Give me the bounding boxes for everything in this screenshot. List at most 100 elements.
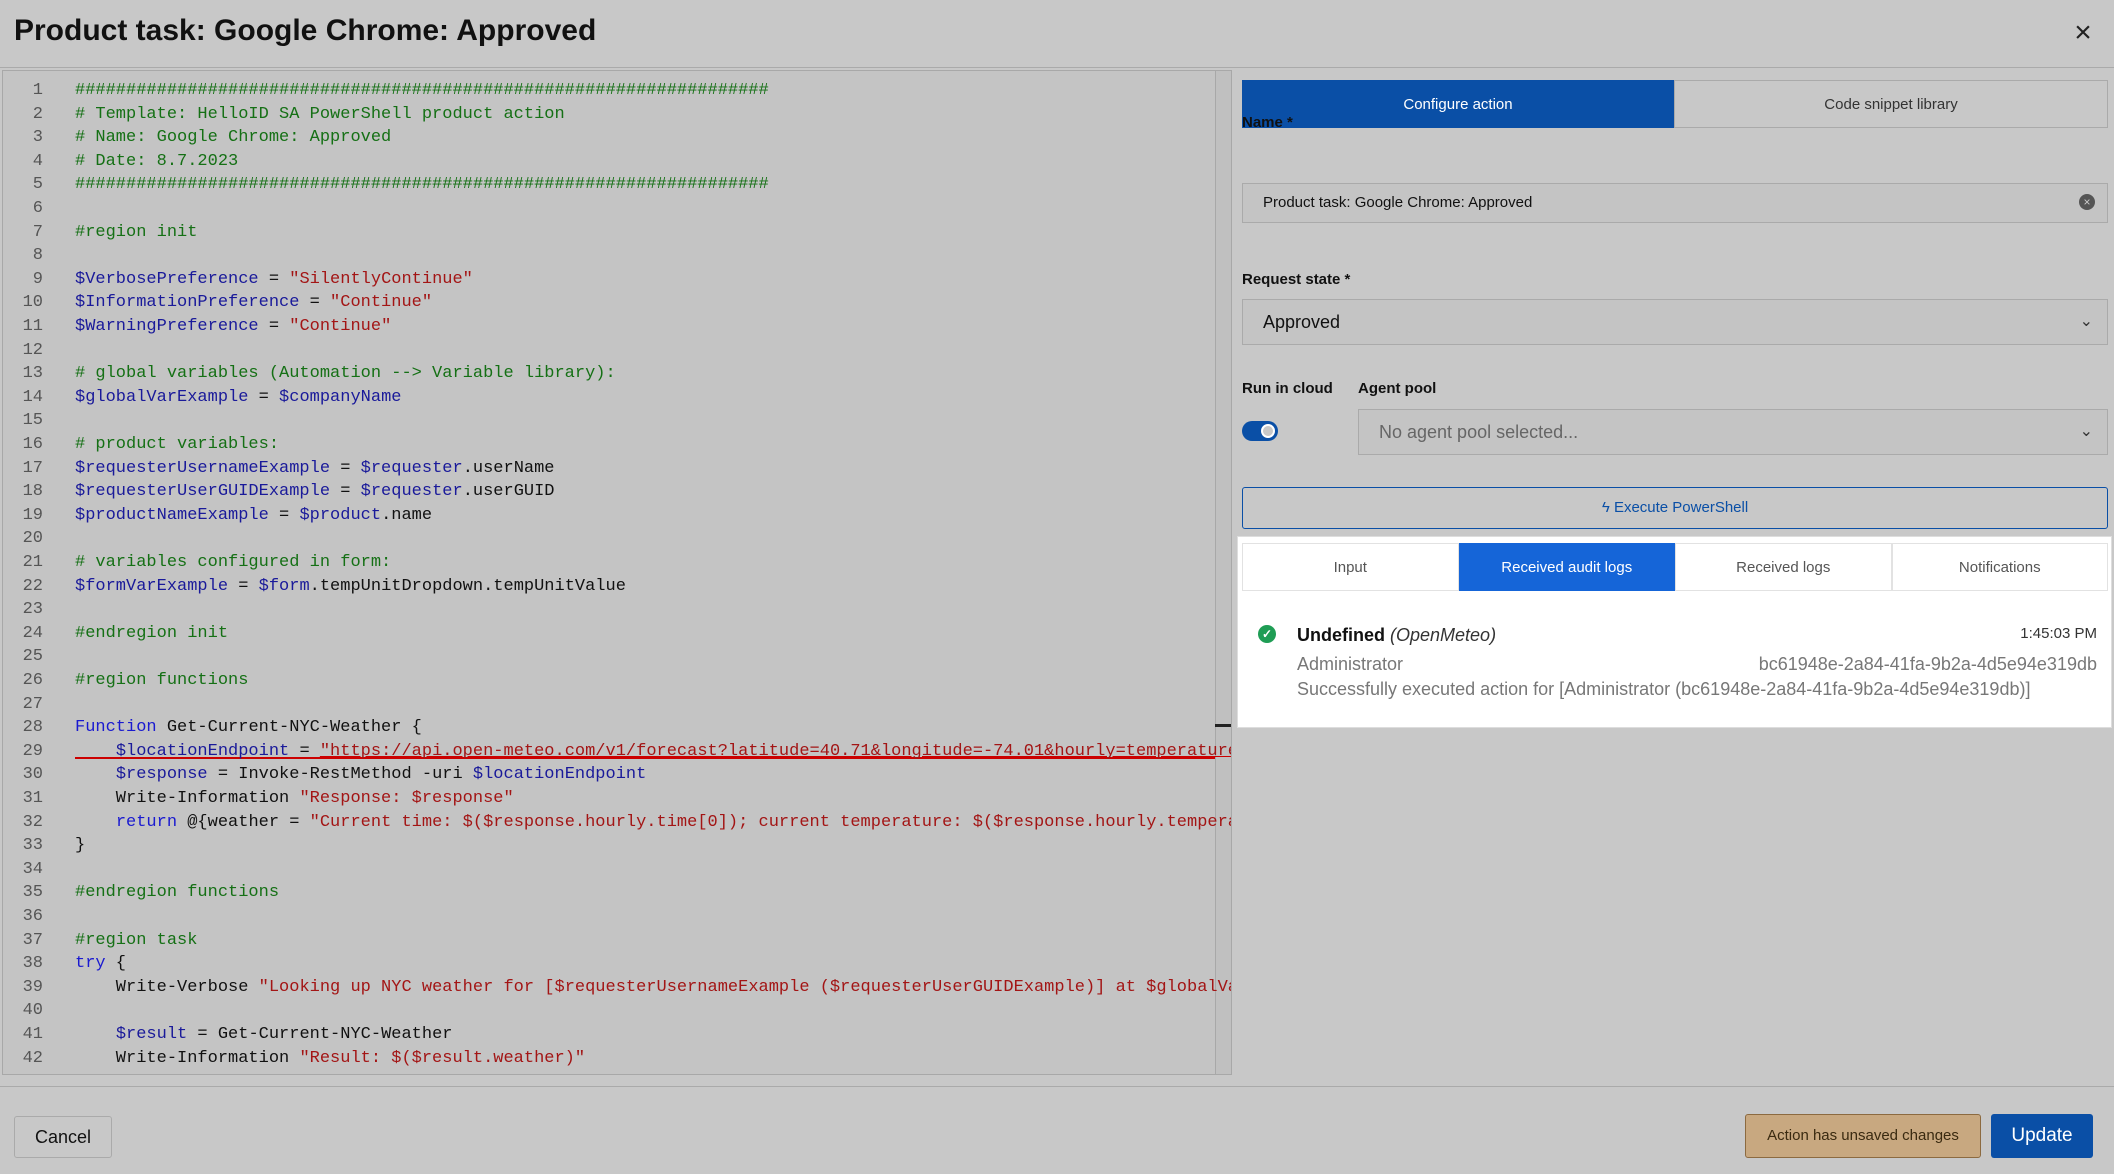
- code-line[interactable]: 36: [3, 905, 1213, 929]
- code-line[interactable]: 42 Write-Information "Result: $($result.…: [3, 1047, 1213, 1071]
- code-text: ########################################…: [75, 175, 769, 195]
- line-number: 20: [22, 529, 43, 549]
- code-line[interactable]: 30 $response = Invoke-RestMethod -uri $l…: [3, 763, 1213, 787]
- log-entry-message: Successfully executed action for [Admini…: [1297, 679, 2031, 699]
- line-number: 8: [32, 246, 43, 266]
- agent-pool-select[interactable]: No agent pool selected... ⌄: [1358, 409, 2108, 455]
- run-in-cloud-label: Run in cloud: [1242, 380, 1333, 397]
- code-line[interactable]: 27: [3, 693, 1213, 717]
- code-line[interactable]: 33}: [3, 834, 1213, 858]
- line-number: 35: [22, 883, 43, 903]
- code-line[interactable]: 14 $globalVarExample = $companyName: [3, 386, 1213, 410]
- code-line[interactable]: 39 Write-Verbose "Looking up NYC weather…: [3, 976, 1231, 1000]
- code-line[interactable]: 40: [3, 999, 1213, 1023]
- code-line[interactable]: 13 # global variables (Automation --> Var…: [3, 362, 1213, 386]
- code-line[interactable]: 22 $formVarExample = $form.tempUnitDropdo…: [3, 575, 1213, 599]
- code-line[interactable]: 34: [3, 858, 1213, 882]
- code-line[interactable]: 2 # Template: HelloID SA PowerShell produ…: [3, 103, 1213, 127]
- code-line[interactable]: 15: [3, 409, 1213, 433]
- code-line[interactable]: 7 #region init: [3, 221, 1213, 245]
- request-state-select[interactable]: Approved ⌄: [1242, 299, 2108, 345]
- clear-icon[interactable]: ×: [2079, 194, 2095, 210]
- code-line[interactable]: 32 return @{weather = "Current time: $($…: [3, 811, 1231, 835]
- code-line[interactable]: 11 $WarningPreference = "Continue": [3, 315, 1213, 339]
- code-line[interactable]: 41 $result = Get-Current-NYC-Weather: [3, 1023, 1213, 1047]
- code-text: $productNameExample = $product.name: [75, 505, 433, 525]
- code-line[interactable]: 19 $productNameExample = $product.name: [3, 504, 1213, 528]
- line-number: 11: [22, 317, 43, 336]
- code-line[interactable]: 16 # product variables:: [3, 433, 1213, 457]
- line-number: 7: [32, 222, 43, 242]
- run-in-cloud-toggle[interactable]: [1242, 421, 1278, 441]
- line-number: 31: [22, 789, 43, 808]
- line-number: 23: [22, 600, 43, 620]
- code-editor[interactable]: 1 #######################################…: [2, 70, 1232, 1075]
- line-number: 39: [22, 977, 43, 997]
- update-button[interactable]: Update: [1991, 1114, 2093, 1158]
- log-entry-guid: bc61948e-2a84-41fa-9b2a-4d5e94e319db: [1758, 654, 2097, 674]
- line-number: 21: [22, 553, 43, 572]
- line-number: 30: [22, 765, 43, 785]
- code-text: #region task: [75, 930, 198, 950]
- tab-input[interactable]: Input: [1242, 543, 1459, 591]
- code-line[interactable]: 21 # variables configured in form:: [3, 551, 1213, 575]
- code-line[interactable]: 25: [3, 645, 1213, 669]
- close-icon[interactable]: ×: [2066, 16, 2100, 50]
- lightning-icon: ϟ: [1601, 499, 1610, 516]
- line-number: 25: [22, 647, 43, 667]
- code-line[interactable]: 38 try {: [3, 952, 1213, 976]
- code-text: #region init: [75, 222, 198, 242]
- code-line[interactable]: 8: [3, 244, 1213, 268]
- code-line[interactable]: 26 #region functions: [3, 669, 1213, 693]
- line-number: 41: [22, 1025, 43, 1044]
- tab-received-logs[interactable]: Received logs: [1675, 543, 1892, 591]
- name-value: Product task: Google Chrome: Approved: [1263, 194, 1533, 211]
- line-number: 2: [32, 104, 43, 124]
- name-input[interactable]: Product task: Google Chrome: Approved ×: [1242, 183, 2108, 223]
- code-line[interactable]: 5 #######################################…: [3, 173, 1213, 197]
- code-text: $formVarExample = $form.tempUnitDropdown…: [75, 576, 626, 596]
- editor-scrollbar[interactable]: [1215, 71, 1231, 1074]
- line-number: 42: [22, 1048, 43, 1068]
- log-tabs: Input Received audit logs Received logs …: [1242, 543, 2108, 591]
- code-line[interactable]: 20: [3, 527, 1213, 551]
- code-line[interactable]: 1 #######################################…: [3, 79, 1213, 103]
- line-number: 3: [32, 128, 43, 148]
- line-number: 17: [22, 458, 43, 478]
- code-line[interactable]: 31 Write-Information "Response: $respons…: [3, 787, 1213, 811]
- code-line[interactable]: 17 $requesterUsernameExample = $requester…: [3, 457, 1213, 481]
- code-line[interactable]: 35 #endregion functions: [3, 881, 1213, 905]
- code-line[interactable]: 23: [3, 598, 1213, 622]
- code-text: $response = Invoke-RestMethod -uri $loca…: [115, 765, 647, 785]
- code-line[interactable]: 29 $locationEndpoint = "https://api.open…: [3, 740, 1231, 764]
- line-number: 5: [32, 175, 43, 195]
- code-line[interactable]: 10 $InformationPreference = "Continue": [3, 291, 1213, 315]
- code-line[interactable]: 4 # Date: 8.7.2023: [3, 150, 1213, 174]
- line-number: 22: [22, 576, 43, 596]
- tab-configure-action[interactable]: Configure action: [1242, 80, 1674, 128]
- code-line[interactable]: 6: [3, 197, 1213, 221]
- code-line[interactable]: 37 #region task: [3, 929, 1213, 953]
- code-text: #endregion functions: [75, 883, 280, 903]
- line-number: 28: [22, 718, 43, 738]
- cancel-button[interactable]: Cancel: [14, 1116, 112, 1158]
- code-text: $WarningPreference = "Continue": [75, 317, 392, 336]
- code-line[interactable]: 9 $VerbosePreference = "SilentlyContinue": [3, 268, 1213, 292]
- tab-notifications[interactable]: Notifications: [1891, 543, 2108, 591]
- execute-powershell-button[interactable]: ϟ Execute PowerShell: [1242, 487, 2108, 529]
- code-line[interactable]: 12: [3, 339, 1213, 363]
- code-line[interactable]: 24 #endregion init: [3, 622, 1213, 646]
- code-text: # variables configured in form:: [75, 553, 392, 572]
- code-text: Function Get-Current-NYC-Weather {: [75, 718, 422, 738]
- code-line[interactable]: 18 $requesterUserGUIDExample = $requester…: [3, 480, 1213, 504]
- code-line[interactable]: 28 Function Get-Current-NYC-Weather {: [3, 716, 1213, 740]
- line-number: 33: [22, 836, 43, 856]
- dialog-title: Product task: Google Chrome: Approved: [14, 14, 597, 47]
- line-number: 34: [22, 859, 43, 879]
- code-text: # product variables:: [75, 435, 280, 454]
- tab-code-snippet-library[interactable]: Code snippet library: [1674, 80, 2108, 128]
- tab-received-audit-logs[interactable]: Received audit logs: [1458, 543, 1675, 591]
- code-line[interactable]: 3 # Name: Google Chrome: Approved: [3, 126, 1213, 150]
- code-text: #region functions: [75, 671, 249, 690]
- agent-pool-placeholder: No agent pool selected...: [1379, 422, 1579, 442]
